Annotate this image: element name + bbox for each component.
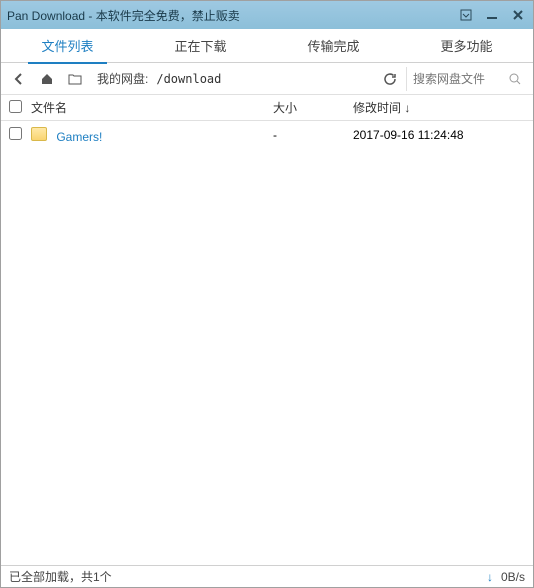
folder-button[interactable]: [63, 67, 87, 91]
column-name[interactable]: 文件名: [31, 99, 273, 116]
select-all-checkbox[interactable]: [9, 100, 31, 116]
row-size-cell: -: [273, 128, 353, 142]
path-input[interactable]: [152, 68, 374, 90]
titlebar-title: Pan Download - 本软件完全免费，禁止贩卖: [7, 7, 457, 24]
statusbar: 已全部加载，共1个 ↓ 0B/s: [1, 565, 533, 587]
titlebar: Pan Download - 本软件完全免费，禁止贩卖: [1, 1, 533, 29]
search-input[interactable]: [413, 68, 503, 90]
row-name-cell: Gamers!: [31, 127, 273, 144]
search-icon[interactable]: [503, 67, 527, 91]
minimize-button[interactable]: [483, 7, 501, 23]
speed-text: 0B/s: [501, 570, 525, 584]
path-label: 我的网盘:: [97, 70, 148, 87]
search-wrap: [406, 67, 527, 91]
file-name[interactable]: Gamers!: [56, 130, 102, 144]
row-mtime-cell: 2017-09-16 11:24:48: [353, 128, 533, 142]
dropdown-icon[interactable]: [457, 7, 475, 23]
column-mtime[interactable]: 修改时间 ↓: [353, 99, 533, 116]
tab-more[interactable]: 更多功能: [400, 28, 533, 63]
row-checkbox[interactable]: [9, 127, 31, 143]
file-list: Gamers! - 2017-09-16 11:24:48: [1, 121, 533, 565]
toolbar: 我的网盘:: [1, 63, 533, 95]
tab-completed[interactable]: 传输完成: [267, 28, 400, 63]
tab-file-list[interactable]: 文件列表: [1, 28, 134, 63]
tab-downloading[interactable]: 正在下载: [134, 28, 267, 63]
close-button[interactable]: [509, 7, 527, 23]
column-size[interactable]: 大小: [273, 99, 353, 116]
download-arrow-icon: ↓: [487, 570, 493, 584]
column-header-row: 文件名 大小 修改时间 ↓: [1, 95, 533, 121]
back-button[interactable]: [7, 67, 31, 91]
tabs: 文件列表 正在下载 传输完成 更多功能: [1, 29, 533, 63]
folder-icon: [31, 127, 47, 141]
refresh-button[interactable]: [378, 67, 402, 91]
status-text: 已全部加载，共1个: [9, 568, 487, 585]
table-row[interactable]: Gamers! - 2017-09-16 11:24:48: [1, 121, 533, 149]
titlebar-buttons: [457, 7, 527, 23]
home-button[interactable]: [35, 67, 59, 91]
